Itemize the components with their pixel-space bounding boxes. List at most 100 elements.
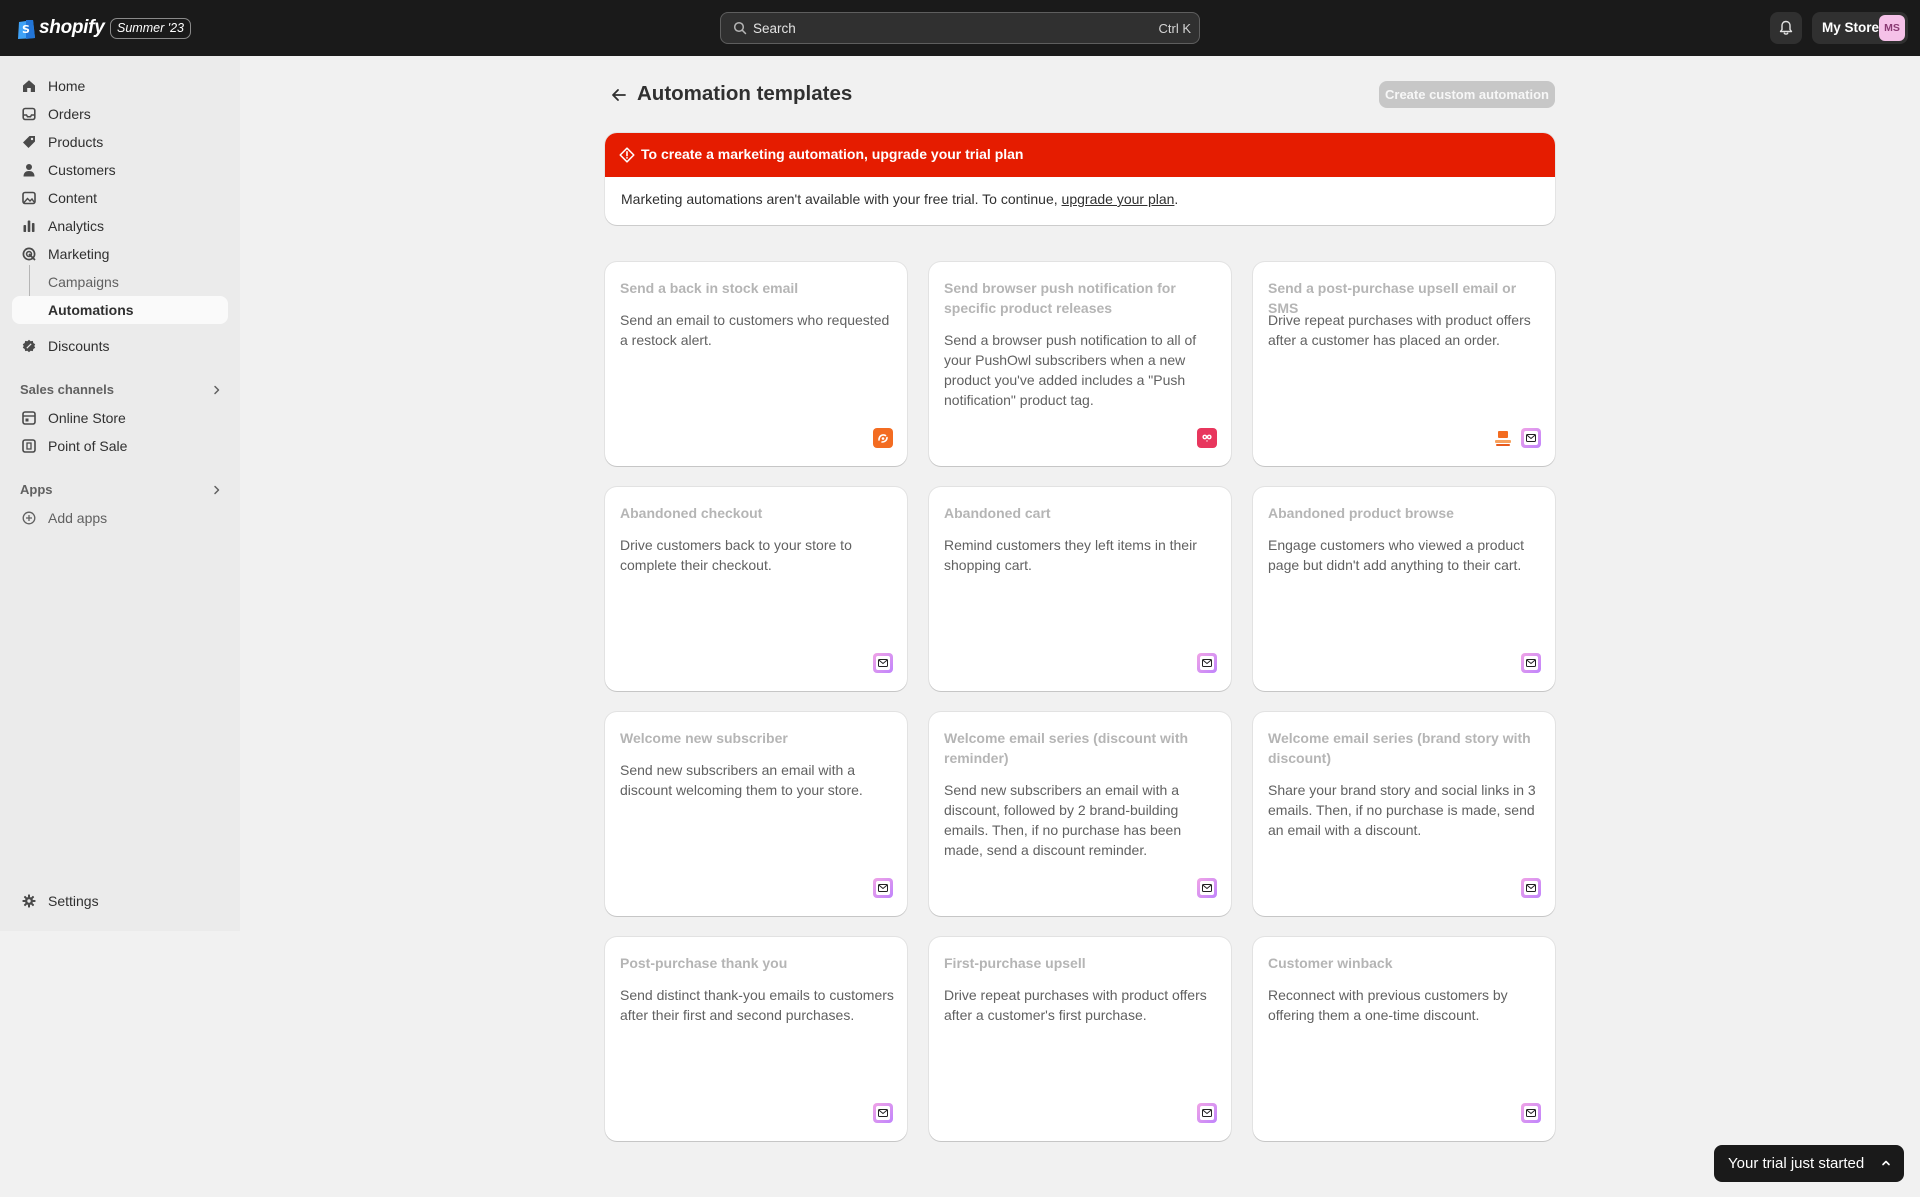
- template-card-abandoned-product-browse[interactable]: Abandoned product browse Engage customer…: [1253, 487, 1555, 691]
- sidebar-item-orders[interactable]: Orders: [12, 100, 228, 128]
- card-description: Share your brand story and social links …: [1268, 782, 1536, 838]
- banner-title: To create a marketing automation, upgrad…: [641, 146, 1024, 162]
- top-bar: S shopify Summer '23 Search Ctrl K My St…: [0, 0, 1920, 56]
- store-menu-button[interactable]: My Store MS: [1812, 12, 1908, 44]
- upgrade-plan-link[interactable]: upgrade your plan: [1062, 191, 1175, 207]
- sidebar-item-automations[interactable]: Automations: [12, 296, 228, 324]
- sidebar-item-settings[interactable]: Settings: [12, 887, 228, 915]
- banner-body-suffix: .: [1174, 191, 1179, 207]
- target-icon: [22, 247, 36, 261]
- card-app-icons: [1521, 653, 1541, 673]
- sidebar-item-label: Home: [48, 78, 86, 94]
- banner-body: Marketing automations aren't available w…: [621, 191, 1178, 207]
- sidebar-item-point-of-sale[interactable]: Point of Sale: [12, 432, 228, 460]
- sidebar-item-campaigns[interactable]: Campaigns: [12, 268, 228, 296]
- sidebar-item-label: Content: [48, 190, 98, 206]
- card-app-icons: [1197, 1103, 1217, 1123]
- template-card-abandoned-checkout[interactable]: Abandoned checkout Drive customers back …: [605, 487, 907, 691]
- template-card-back-in-stock[interactable]: Send a back in stock email Send an email…: [605, 262, 907, 466]
- card-app-icons: [873, 653, 893, 673]
- template-card-customer-winback[interactable]: Customer winback Reconnect with previous…: [1253, 937, 1555, 1141]
- search-icon: [733, 21, 747, 35]
- store-name: My Store: [1822, 20, 1880, 35]
- sidebar-item-label: Products: [48, 134, 104, 150]
- sales-channels-header[interactable]: Sales channels: [20, 380, 224, 400]
- card-app-icons: [873, 1103, 893, 1123]
- template-card-welcome-series-discount[interactable]: Welcome email series (discount with remi…: [929, 712, 1231, 916]
- back-button[interactable]: [606, 84, 632, 106]
- bell-icon: [1779, 20, 1793, 35]
- section-label: Apps: [20, 482, 53, 497]
- template-card-first-purchase-upsell[interactable]: First-purchase upsell Drive repeat purch…: [929, 937, 1231, 1141]
- banner-header: To create a marketing automation, upgrad…: [605, 133, 1555, 177]
- sidebar-item-content[interactable]: Content: [12, 184, 228, 212]
- alert-diamond-icon: [619, 147, 635, 163]
- sidebar-item-label: Point of Sale: [48, 438, 128, 454]
- notifications-button[interactable]: [1770, 12, 1802, 44]
- sidebar-item-label: Settings: [48, 893, 99, 909]
- chevron-right-icon: [214, 485, 220, 495]
- shopify-wordmark: shopify: [39, 17, 105, 38]
- card-app-icons: [1521, 1103, 1541, 1123]
- bar-chart-icon: [23, 220, 35, 232]
- template-card-post-purchase-thank-you[interactable]: Post-purchase thank you Send distinct th…: [605, 937, 907, 1141]
- shopify-email-icon: [1521, 878, 1541, 898]
- card-title: Abandoned product browse: [1268, 505, 1454, 521]
- sidebar-item-add-apps[interactable]: Add apps: [12, 504, 228, 532]
- card-description: Engage customers who viewed a product pa…: [1268, 537, 1525, 573]
- tag-icon: [23, 136, 35, 148]
- sidebar-item-marketing[interactable]: Marketing: [12, 240, 228, 268]
- template-card-welcome-series-brand-story[interactable]: Welcome email series (brand story with d…: [1253, 712, 1555, 916]
- sidebar-item-discounts[interactable]: Discounts: [12, 332, 228, 360]
- card-description: Drive repeat purchases with product offe…: [1268, 312, 1531, 348]
- sidebar-item-label: Campaigns: [48, 274, 119, 290]
- image-icon: [22, 191, 36, 205]
- sidebar-item-analytics[interactable]: Analytics: [12, 212, 228, 240]
- shopify-email-icon: [1521, 653, 1541, 673]
- page-title: Automation templates: [637, 82, 853, 105]
- plus-circle-icon: [22, 511, 36, 525]
- edition-badge[interactable]: Summer '23: [110, 18, 191, 39]
- sidebar-item-label: Online Store: [48, 410, 126, 426]
- shopify-email-icon: [1197, 653, 1217, 673]
- chevron-up-icon: [1882, 1160, 1890, 1166]
- search-bar[interactable]: Search Ctrl K: [720, 12, 1200, 44]
- trial-label: Your trial just started: [1728, 1155, 1865, 1172]
- search-shortcut: Ctrl K: [1158, 21, 1192, 36]
- template-card-post-purchase-upsell[interactable]: Send a post-purchase upsell email or SMS…: [1253, 262, 1555, 466]
- avatar: MS: [1879, 15, 1905, 41]
- apps-header[interactable]: Apps: [20, 480, 224, 500]
- trial-status-button[interactable]: Your trial just started: [1714, 1145, 1904, 1182]
- gear-icon: [22, 894, 36, 908]
- inbox-icon: [22, 107, 36, 121]
- sidebar-item-label: Add apps: [48, 510, 108, 526]
- sidebar-item-customers[interactable]: Customers: [12, 156, 228, 184]
- sidebar-item-products[interactable]: Products: [12, 128, 228, 156]
- shopify-email-icon: [1521, 1103, 1541, 1123]
- shopify-email-icon: [1197, 878, 1217, 898]
- create-custom-automation-button[interactable]: Create custom automation: [1379, 81, 1555, 108]
- sidebar-item-online-store[interactable]: Online Store: [12, 404, 228, 432]
- template-card-abandoned-cart[interactable]: Abandoned cart Remind customers they lef…: [929, 487, 1231, 691]
- svg-text:S: S: [22, 23, 30, 36]
- shopify-email-icon: [873, 1103, 893, 1123]
- pos-icon: [22, 439, 36, 453]
- shopify-logo[interactable]: S shopify: [16, 16, 105, 40]
- search-placeholder: Search: [753, 21, 796, 36]
- upsell-app-icon: [1493, 428, 1513, 448]
- card-description: Reconnect with previous customers by off…: [1268, 987, 1508, 1023]
- sidebar: Home Orders Products Customers Content A…: [0, 56, 240, 931]
- shopify-email-icon: [1197, 1103, 1217, 1123]
- sidebar-item-home[interactable]: Home: [12, 72, 228, 100]
- card-app-icons: [1197, 878, 1217, 898]
- discount-icon: [22, 339, 36, 353]
- section-label: Sales channels: [20, 382, 114, 397]
- template-card-welcome-new-subscriber[interactable]: Welcome new subscriber Send new subscrib…: [605, 712, 907, 916]
- store-icon: [22, 411, 36, 425]
- card-description: Drive repeat purchases with product offe…: [944, 987, 1207, 1023]
- card-title: Welcome email series (brand story with d…: [1268, 730, 1531, 766]
- sidebar-item-label: Marketing: [48, 246, 110, 262]
- card-description: Send an email to customers who requested…: [620, 312, 890, 348]
- chevron-right-icon: [214, 385, 220, 395]
- template-card-push-notification[interactable]: Send browser push notification for speci…: [929, 262, 1231, 466]
